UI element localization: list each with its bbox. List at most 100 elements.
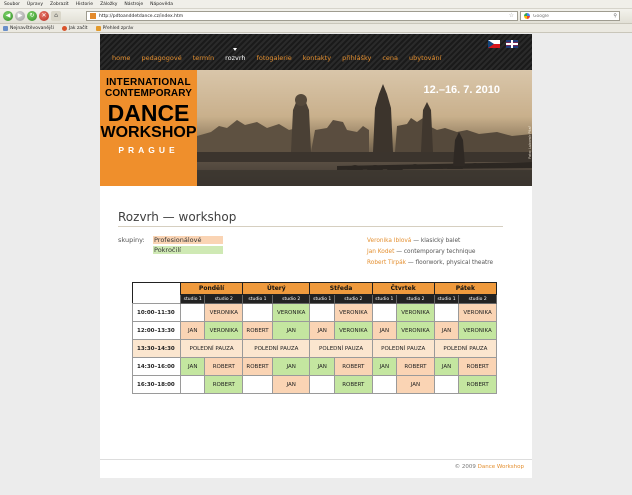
photo-credit: Foto: Lubomír Pilař: [528, 126, 532, 159]
nav-kontakty[interactable]: kontakty: [303, 54, 331, 62]
schedule-cell: JAN: [433, 321, 460, 340]
menu-upravy[interactable]: Úpravy: [27, 2, 43, 7]
schedule-cell: JAN: [179, 321, 206, 340]
studio-header: studio 2: [204, 294, 244, 304]
czech-flag-icon[interactable]: [488, 40, 500, 48]
schedule-cell: VERONIKA: [458, 303, 497, 322]
english-flag-icon[interactable]: [506, 40, 518, 48]
schedule-cell: JAN: [179, 357, 206, 376]
schedule-row: 10:00–11:30 VERONIKA VERONIKA VERONIKA VERON…: [132, 303, 497, 322]
bookmark-label: Přehled zpráv: [102, 25, 134, 31]
workshop-logo: INTERNATIONAL CONTEMPORARY DANCE WORKSHO…: [100, 70, 197, 186]
lunch-break-cell: POLEDNÍ PAUZA: [433, 339, 498, 358]
schedule-cell: ROBERT: [242, 321, 273, 340]
schedule-cell: ROBERT: [204, 357, 244, 376]
workshop-dates: 12.–16. 7. 2010: [423, 84, 500, 96]
search-icon[interactable]: ⚲: [613, 13, 617, 19]
schedule-cell: [179, 375, 206, 394]
schedule-cell: [309, 303, 335, 322]
day-header: Čtvrtek: [371, 282, 435, 295]
teacher-name[interactable]: Robert Tirpák: [367, 260, 406, 266]
group-advanced: Pokročilí: [153, 246, 223, 254]
menu-napoveda[interactable]: Nápověda: [150, 2, 173, 7]
schedule-cell: ROBERT: [333, 357, 373, 376]
logo-line: INTERNATIONAL: [106, 77, 191, 88]
firefox-icon: [61, 25, 67, 31]
bookmark-news[interactable]: Přehled zpráv: [95, 25, 134, 31]
schedule-cell: VERONIKA: [333, 321, 373, 340]
main-content: Rozvrh — workshop skupiny: Profesionálov…: [118, 210, 518, 266]
nav-prihlasky[interactable]: přihlášky: [342, 54, 371, 62]
hero-banner: INTERNATIONAL CONTEMPORARY DANCE WORKSHO…: [100, 70, 532, 186]
menu-nastroje[interactable]: Nástroje: [124, 2, 143, 7]
bookmark-most-visited[interactable]: Nejnavštěvovanější: [3, 25, 54, 31]
schedule-cell: JAN: [271, 321, 311, 340]
google-icon: [524, 13, 530, 19]
home-icon[interactable]: ⌂: [51, 11, 61, 21]
back-icon[interactable]: ◀: [3, 11, 13, 21]
studio-header: studio 1: [309, 294, 335, 304]
nav-pedagogove[interactable]: pedagogové: [141, 54, 181, 62]
bookmarks-bar: Nejnavštěvovanější Jak začít Přehled zpr…: [0, 24, 632, 33]
menu-soubor[interactable]: Soubor: [4, 2, 20, 7]
schedule-row: 16:30–18:00 ROBERT JAN ROBERT JAN ROBERT: [132, 375, 497, 394]
bookmark-label: Jak začít: [68, 25, 88, 31]
teacher-name[interactable]: Veronika Iblová: [367, 238, 411, 244]
schedule-cell: ROBERT: [242, 357, 273, 376]
menu-zobrazit[interactable]: Zobrazit: [50, 2, 69, 7]
schedule-cell: [371, 303, 398, 322]
studio-header: studio 2: [271, 294, 311, 304]
schedule-cell: VERONIKA: [396, 303, 435, 322]
search-input[interactable]: [533, 13, 603, 19]
group-professionals: Profesionálové: [153, 236, 223, 244]
groups-label: skupiny:: [118, 236, 145, 244]
search-box[interactable]: ⚲: [520, 11, 620, 21]
schedule-days-row: Pondělí Úterý Středa Čtvrtek Pátek: [132, 282, 498, 295]
schedule-corner: [132, 294, 181, 304]
schedule-corner: [132, 282, 181, 295]
nav-home[interactable]: home: [112, 54, 130, 62]
stop-icon[interactable]: ✕: [39, 11, 49, 21]
nav-cena[interactable]: cena: [382, 54, 398, 62]
logo-line: WORKSHOP: [100, 124, 197, 141]
teacher-name[interactable]: Jan Kodet: [367, 249, 394, 255]
schedule-cell: VERONIKA: [396, 321, 435, 340]
language-switcher: [482, 40, 518, 48]
header-nav-strip: home pedagogové termín rozvrh fotogaleri…: [100, 34, 532, 70]
schedule-cell: [433, 303, 460, 322]
logo-line: PRAGUE: [118, 145, 179, 155]
schedule-row: 12:00–13:30 JAN VERONIKA ROBERT JAN JAN VERONI…: [132, 321, 497, 340]
bookmark-icon: [3, 25, 8, 31]
address-bar[interactable]: http://pdtoanddetdance.cz/index.htm ☆: [86, 11, 518, 21]
schedule-cell: ROBERT: [458, 357, 497, 376]
schedule-cell: JAN: [271, 357, 311, 376]
day-header: Úterý: [242, 282, 311, 295]
nav-ubytovani[interactable]: ubytování: [409, 54, 441, 62]
bookmark-star-icon[interactable]: ☆: [509, 13, 514, 19]
teacher-desc: — klasický balet: [411, 238, 461, 244]
schedule-cell: VERONIKA: [204, 321, 244, 340]
schedule-cell: VERONIKA: [204, 303, 244, 322]
menu-historie[interactable]: Historie: [76, 2, 93, 7]
site-header: home pedagogové termín rozvrh fotogaleri…: [100, 34, 532, 186]
studio-header: studio 1: [371, 294, 398, 304]
lunch-break-cell: POLEDNÍ PAUZA: [371, 339, 435, 358]
time-slot: 16:30–18:00: [132, 375, 181, 394]
bookmark-getting-started[interactable]: Jak začít: [61, 25, 88, 31]
browser-toolbar: ◀ ▶ ↻ ✕ ⌂ http://pdtoanddetdance.cz/inde…: [0, 9, 632, 24]
day-header: Pondělí: [179, 282, 244, 295]
forward-icon[interactable]: ▶: [15, 11, 25, 21]
nav-termin[interactable]: termín: [193, 54, 214, 62]
nav-rozvrh[interactable]: rozvrh: [225, 48, 246, 62]
reload-icon[interactable]: ↻: [27, 11, 37, 21]
schedule-cell: [371, 375, 398, 394]
teacher-item: Jan Kodet — contemporary technique: [367, 247, 527, 258]
time-slot: 12:00–13:30: [132, 321, 181, 340]
footer-brand[interactable]: Dance Workshop: [478, 464, 524, 470]
schedule-cell: JAN: [371, 357, 398, 376]
nav-fotogalerie[interactable]: fotogalerie: [257, 54, 292, 62]
menu-zalozky[interactable]: Záložky: [100, 2, 117, 7]
logo-line: CONTEMPORARY: [105, 88, 192, 99]
schedule-studios-row: studio 1 studio 2 studio 1 studio 2 studio…: [132, 294, 497, 304]
studio-header: studio 2: [333, 294, 373, 304]
